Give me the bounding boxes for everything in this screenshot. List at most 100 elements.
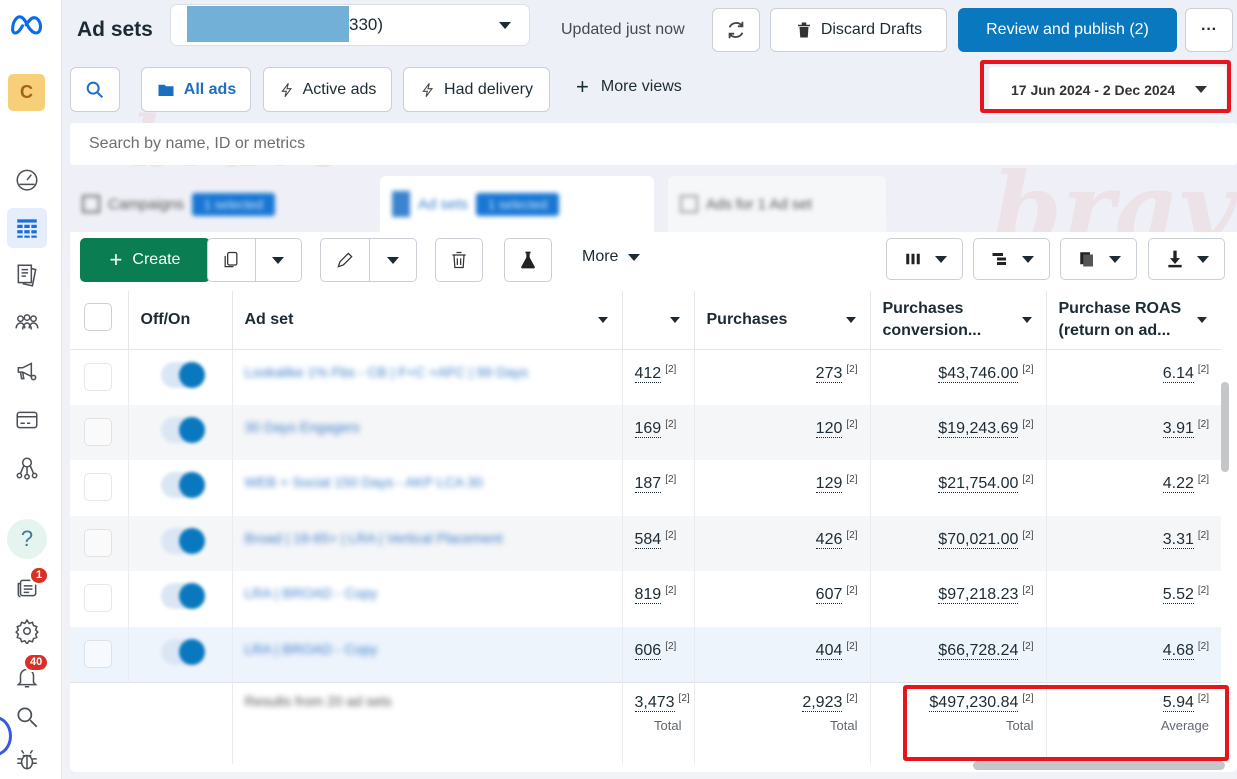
sort-caret-icon[interactable] bbox=[669, 317, 680, 323]
gear-icon[interactable] bbox=[7, 611, 47, 651]
more-views-button[interactable]: + More views bbox=[576, 76, 682, 98]
ad-set-name-link[interactable]: 30 Days Engagers bbox=[245, 419, 360, 435]
more-actions-button[interactable]: More bbox=[582, 248, 641, 266]
table-row[interactable]: Broad | 18-65+ | LRA | Vertical Placemen… bbox=[70, 515, 1221, 571]
view-active-ads[interactable]: Active ads bbox=[263, 67, 392, 112]
roas-value[interactable]: 4.68 bbox=[1162, 641, 1194, 660]
purchases-value[interactable]: 120 bbox=[815, 419, 843, 438]
summary-results[interactable]: 3,473 bbox=[634, 693, 675, 712]
summary-roas[interactable]: 5.94 bbox=[1162, 693, 1194, 712]
vertical-scrollbar[interactable] bbox=[1221, 382, 1229, 472]
purchases-value[interactable]: 273 bbox=[815, 364, 843, 383]
ad-account-selector[interactable]: 330) bbox=[170, 4, 530, 46]
megaphone-icon[interactable] bbox=[7, 351, 47, 391]
columns-button[interactable] bbox=[886, 238, 963, 280]
sort-caret-icon[interactable] bbox=[1021, 317, 1032, 323]
documents-icon[interactable] bbox=[7, 255, 47, 295]
search-bar[interactable] bbox=[70, 123, 1237, 165]
sort-caret-icon[interactable] bbox=[1197, 317, 1207, 323]
results-value[interactable]: 187 bbox=[634, 475, 662, 494]
tab-ad-sets[interactable]: Ad sets 1 selected bbox=[380, 176, 654, 232]
table-row[interactable]: 30 Days Engagers 169 [2] 120 [2] $19,243.69 [2… bbox=[70, 404, 1221, 460]
gauge-icon[interactable] bbox=[7, 159, 47, 199]
column-header-off-on[interactable]: Off/On bbox=[128, 291, 233, 350]
nodes-icon[interactable] bbox=[7, 448, 47, 488]
ad-set-name-link[interactable]: WEB + Social 150 Days - AKP LCA 30 bbox=[245, 474, 483, 490]
tab-campaigns[interactable]: Campaigns 1 selected bbox=[70, 176, 378, 232]
on-off-toggle[interactable] bbox=[160, 416, 205, 443]
on-off-toggle[interactable] bbox=[160, 583, 205, 609]
meta-logo[interactable] bbox=[9, 12, 45, 38]
purchase-value[interactable]: $97,218.23 bbox=[938, 586, 1019, 605]
tab-ads[interactable]: Ads for 1 Ad set bbox=[668, 176, 886, 232]
ad-set-name-link[interactable]: LRA | BROAD - Copy bbox=[245, 641, 378, 657]
row-checkbox[interactable] bbox=[84, 584, 112, 612]
sort-caret-icon[interactable] bbox=[845, 317, 856, 323]
roas-value[interactable]: 3.91 bbox=[1162, 419, 1194, 438]
sort-caret-icon[interactable] bbox=[597, 317, 608, 323]
summary-purchase-value[interactable]: $497,230.84 bbox=[929, 693, 1019, 712]
summary-purchases[interactable]: 2,923 bbox=[802, 693, 843, 712]
on-off-toggle[interactable] bbox=[160, 638, 205, 665]
column-header-purchases[interactable]: Purchases bbox=[694, 291, 871, 350]
table-grid-icon[interactable] bbox=[7, 208, 47, 248]
edit-button[interactable] bbox=[321, 239, 369, 281]
reports-button[interactable] bbox=[1060, 238, 1137, 280]
purchases-value[interactable]: 607 bbox=[815, 586, 843, 605]
purchase-value[interactable]: $21,754.00 bbox=[938, 475, 1019, 494]
duplicate-button[interactable] bbox=[208, 239, 255, 281]
search-toggle-button[interactable] bbox=[70, 67, 120, 112]
review-publish-button[interactable]: Review and publish (2) bbox=[958, 8, 1177, 52]
breakdown-button[interactable] bbox=[973, 238, 1050, 280]
roas-value[interactable]: 4.22 bbox=[1162, 475, 1194, 494]
row-checkbox[interactable] bbox=[84, 417, 112, 446]
row-checkbox[interactable] bbox=[84, 362, 112, 391]
column-header-results[interactable] bbox=[622, 291, 695, 350]
date-range-picker[interactable]: 17 Jun 2024 - 2 Dec 2024 bbox=[989, 67, 1226, 112]
discard-drafts-button[interactable]: Discard Drafts bbox=[770, 8, 947, 52]
row-checkbox[interactable] bbox=[84, 473, 112, 501]
account-avatar[interactable]: C bbox=[8, 74, 45, 111]
table-row[interactable]: LRA | BROAD - Copy 819 [2] 607 [2] $97,218.23… bbox=[70, 571, 1221, 627]
ab-test-button[interactable] bbox=[504, 238, 552, 282]
people-icon[interactable] bbox=[7, 303, 47, 343]
results-value[interactable]: 606 bbox=[634, 641, 662, 660]
create-button[interactable]: + Create bbox=[80, 238, 210, 282]
results-value[interactable]: 584 bbox=[634, 530, 662, 549]
tab-campaigns-chip[interactable]: 1 selected bbox=[191, 192, 276, 216]
refresh-button[interactable] bbox=[712, 8, 760, 52]
purchases-value[interactable]: 129 bbox=[815, 475, 843, 494]
ad-set-name-link[interactable]: Broad | 18-65+ | LRA | Vertical Placemen… bbox=[245, 530, 503, 546]
row-checkbox[interactable] bbox=[84, 639, 112, 668]
search-icon[interactable] bbox=[7, 697, 47, 737]
table-row[interactable]: WEB + Social 150 Days - AKP LCA 30 187 [2]… bbox=[70, 460, 1221, 516]
delete-button[interactable] bbox=[435, 238, 483, 282]
edit-dropdown[interactable] bbox=[368, 239, 417, 281]
search-input[interactable] bbox=[70, 123, 1237, 165]
horizontal-scrollbar[interactable] bbox=[973, 761, 1225, 770]
purchase-value[interactable]: $19,243.69 bbox=[938, 419, 1019, 438]
bug-icon[interactable] bbox=[7, 740, 47, 779]
row-checkbox[interactable] bbox=[84, 528, 112, 557]
results-value[interactable]: 412 bbox=[634, 364, 662, 383]
roas-value[interactable]: 3.31 bbox=[1162, 530, 1194, 549]
duplicate-dropdown[interactable] bbox=[254, 239, 302, 281]
purchase-value[interactable]: $43,746.00 bbox=[938, 364, 1019, 383]
purchases-value[interactable]: 404 bbox=[815, 641, 843, 660]
table-row[interactable]: LRA | BROAD - Copy 606 [2] 404 [2] $66,728.24… bbox=[70, 626, 1221, 682]
view-had-delivery[interactable]: Had delivery bbox=[403, 67, 550, 112]
ad-set-name-link[interactable]: Lookalike 1% Fbs - CB | F+C +AFC | 99 Da… bbox=[245, 364, 529, 380]
roas-value[interactable]: 5.52 bbox=[1162, 586, 1194, 605]
view-all-ads[interactable]: All ads bbox=[141, 67, 251, 112]
select-all-checkbox[interactable] bbox=[84, 303, 112, 332]
results-value[interactable]: 169 bbox=[634, 419, 662, 438]
credit-card-icon[interactable] bbox=[7, 400, 47, 440]
results-value[interactable]: 819 bbox=[634, 586, 662, 605]
export-button[interactable] bbox=[1148, 238, 1225, 280]
question-icon[interactable]: ? bbox=[7, 519, 47, 559]
tab-ad-sets-chip[interactable]: 1 selected bbox=[476, 192, 560, 216]
on-off-toggle[interactable] bbox=[160, 361, 205, 388]
purchase-value[interactable]: $70,021.00 bbox=[938, 530, 1019, 549]
purchases-value[interactable]: 426 bbox=[815, 530, 843, 549]
roas-value[interactable]: 6.14 bbox=[1162, 364, 1194, 383]
